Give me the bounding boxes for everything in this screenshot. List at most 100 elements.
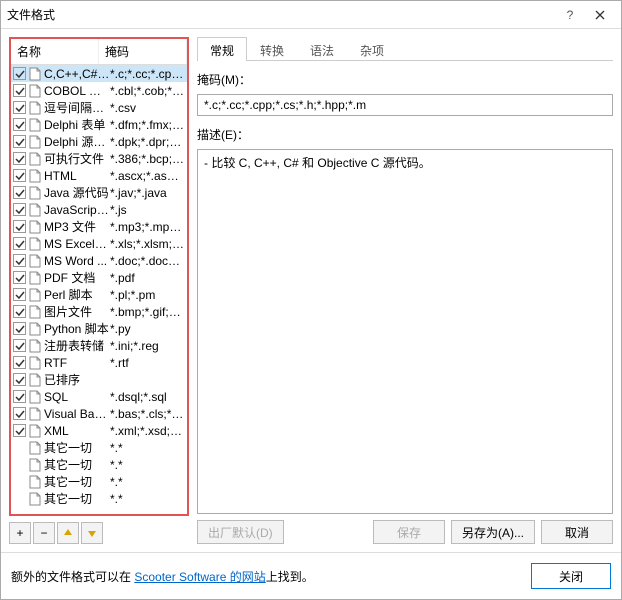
row-mask: *.ini;*.reg xyxy=(110,339,185,353)
row-mask: *.cbl;*.cob;*.cpy* xyxy=(110,84,185,98)
table-row[interactable]: 注册表转储*.ini;*.reg xyxy=(11,337,187,354)
row-checkbox[interactable] xyxy=(13,373,26,386)
table-row[interactable]: Visual Basic...*.bas;*.cls;*.ctl;*.f... xyxy=(11,405,187,422)
col-mask-header[interactable]: 掩码 xyxy=(99,39,187,64)
table-row[interactable]: 图片文件*.bmp;*.gif;*.ico;... xyxy=(11,303,187,320)
row-mask: *.pl;*.pm xyxy=(110,288,185,302)
list-header: 名称 掩码 xyxy=(11,39,187,65)
titlebar: 文件格式 ? xyxy=(1,1,621,29)
file-icon xyxy=(28,271,42,285)
close-button[interactable]: 关闭 xyxy=(531,563,611,589)
table-row[interactable]: C,C++,C#,...*.c;*.cc;*.cpp;*.cs... xyxy=(11,65,187,82)
file-icon xyxy=(28,118,42,132)
table-row[interactable]: SQL*.dsql;*.sql xyxy=(11,388,187,405)
tab-grammar[interactable]: 语法 xyxy=(297,37,347,61)
file-icon xyxy=(28,169,42,183)
table-row[interactable]: JavaScript ...*.js xyxy=(11,201,187,218)
col-name-header[interactable]: 名称 xyxy=(11,39,99,64)
row-checkbox[interactable] xyxy=(13,203,26,216)
table-row[interactable]: Python 脚本*.py xyxy=(11,320,187,337)
row-name: Visual Basic... xyxy=(44,407,110,421)
save-as-button[interactable]: 另存为(A)... xyxy=(451,520,535,544)
table-row[interactable]: Java 源代码*.jav;*.java xyxy=(11,184,187,201)
row-checkbox[interactable] xyxy=(13,305,26,318)
table-row[interactable]: Perl 脚本*.pl;*.pm xyxy=(11,286,187,303)
table-row[interactable]: COBOL 源...*.cbl;*.cob;*.cpy* xyxy=(11,82,187,99)
row-mask: *.dpk;*.dpr;*.inc;... xyxy=(110,135,185,149)
row-mask: *.* xyxy=(110,492,185,506)
row-checkbox[interactable] xyxy=(13,339,26,352)
file-icon xyxy=(28,135,42,149)
table-row[interactable]: Delphi 源代码*.dpk;*.dpr;*.inc;... xyxy=(11,133,187,150)
row-name: MS Word ... xyxy=(44,254,110,268)
row-name: Perl 脚本 xyxy=(44,286,110,303)
row-checkbox[interactable] xyxy=(13,271,26,284)
row-checkbox[interactable] xyxy=(13,101,26,114)
table-row[interactable]: 可执行文件*.386;*.bcp;*.bpl;... xyxy=(11,150,187,167)
table-row[interactable]: HTML*.ascx;*.asp;*.as... xyxy=(11,167,187,184)
row-checkbox[interactable] xyxy=(13,390,26,403)
add-button[interactable]: + xyxy=(9,522,31,544)
row-checkbox[interactable] xyxy=(13,169,26,182)
factory-defaults-button[interactable]: 出厂默认(D) xyxy=(197,520,284,544)
file-icon xyxy=(28,322,42,336)
row-checkbox[interactable] xyxy=(13,288,26,301)
table-row[interactable]: RTF*.rtf xyxy=(11,354,187,371)
row-checkbox[interactable] xyxy=(13,67,26,80)
row-checkbox[interactable] xyxy=(13,356,26,369)
row-checkbox[interactable] xyxy=(13,220,26,233)
mask-label: 掩码(M)： xyxy=(197,71,613,88)
row-checkbox[interactable] xyxy=(13,322,26,335)
row-checkbox[interactable] xyxy=(13,118,26,131)
row-checkbox[interactable] xyxy=(13,407,26,420)
file-icon xyxy=(28,390,42,404)
row-checkbox[interactable] xyxy=(13,254,26,267)
table-row[interactable]: 已排序 xyxy=(11,371,187,388)
help-button[interactable]: ? xyxy=(555,5,585,25)
close-icon[interactable] xyxy=(585,5,615,25)
row-mask: *.xml;*.xsd;*.xsl xyxy=(110,424,185,438)
list-body[interactable]: C,C++,C#,...*.c;*.cc;*.cpp;*.cs...COBOL … xyxy=(11,65,187,514)
table-row[interactable]: XML*.xml;*.xsd;*.xsl xyxy=(11,422,187,439)
table-row[interactable]: MP3 文件*.mp3;*.mpeg3;*... xyxy=(11,218,187,235)
move-down-button[interactable] xyxy=(81,522,103,544)
cancel-button[interactable]: 取消 xyxy=(541,520,613,544)
table-row[interactable]: Delphi 表单*.dfm;*.fmx;*.nf... xyxy=(11,116,187,133)
row-mask: *.js xyxy=(110,203,185,217)
table-row[interactable]: PDF 文档*.pdf xyxy=(11,269,187,286)
row-name: MP3 文件 xyxy=(44,218,110,235)
footer-text: 额外的文件格式可以在 Scooter Software 的网站上找到。 xyxy=(11,568,519,585)
table-row[interactable]: 其它一切*.* xyxy=(11,439,187,456)
row-name: C,C++,C#,... xyxy=(44,67,110,81)
row-checkbox[interactable] xyxy=(13,237,26,250)
table-row[interactable]: 其它一切*.* xyxy=(11,456,187,473)
row-checkbox[interactable] xyxy=(13,135,26,148)
file-icon xyxy=(28,441,42,455)
row-checkbox[interactable] xyxy=(13,186,26,199)
file-icon xyxy=(28,237,42,251)
save-button[interactable]: 保存 xyxy=(373,520,445,544)
table-row[interactable]: 逗号间隔的值*.csv xyxy=(11,99,187,116)
move-up-button[interactable] xyxy=(57,522,79,544)
tab-convert[interactable]: 转换 xyxy=(247,37,297,61)
row-checkbox[interactable] xyxy=(13,84,26,97)
file-icon xyxy=(28,84,42,98)
table-row[interactable]: MS Excel 工...*.xls;*.xlsm;*.xlsx xyxy=(11,235,187,252)
tab-general[interactable]: 常规 xyxy=(197,37,247,61)
row-mask: *.bas;*.cls;*.ctl;*.f... xyxy=(110,407,185,421)
remove-button[interactable]: − xyxy=(33,522,55,544)
row-name: JavaScript ... xyxy=(44,203,110,217)
desc-textarea[interactable] xyxy=(197,149,613,514)
file-icon xyxy=(28,220,42,234)
table-row[interactable]: 其它一切*.* xyxy=(11,473,187,490)
row-checkbox[interactable] xyxy=(13,424,26,437)
row-name: Python 脚本 xyxy=(44,320,110,337)
footer-link[interactable]: Scooter Software 的网站 xyxy=(134,570,265,584)
table-row[interactable]: MS Word ...*.doc;*.docm;*.d... xyxy=(11,252,187,269)
row-checkbox[interactable] xyxy=(13,152,26,165)
mask-input[interactable] xyxy=(197,94,613,116)
table-row[interactable]: 其它一切*.* xyxy=(11,490,187,507)
file-icon xyxy=(28,67,42,81)
tab-misc[interactable]: 杂项 xyxy=(347,37,397,61)
file-icon xyxy=(28,288,42,302)
